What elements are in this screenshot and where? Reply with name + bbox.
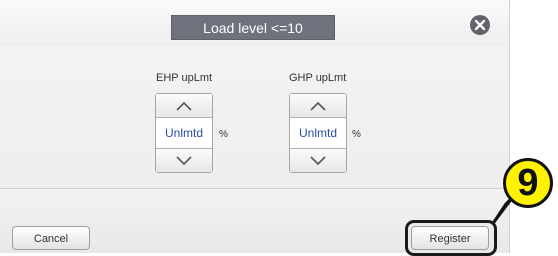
callout-pointer <box>492 196 514 224</box>
step-number-badge: 9 <box>503 158 553 208</box>
